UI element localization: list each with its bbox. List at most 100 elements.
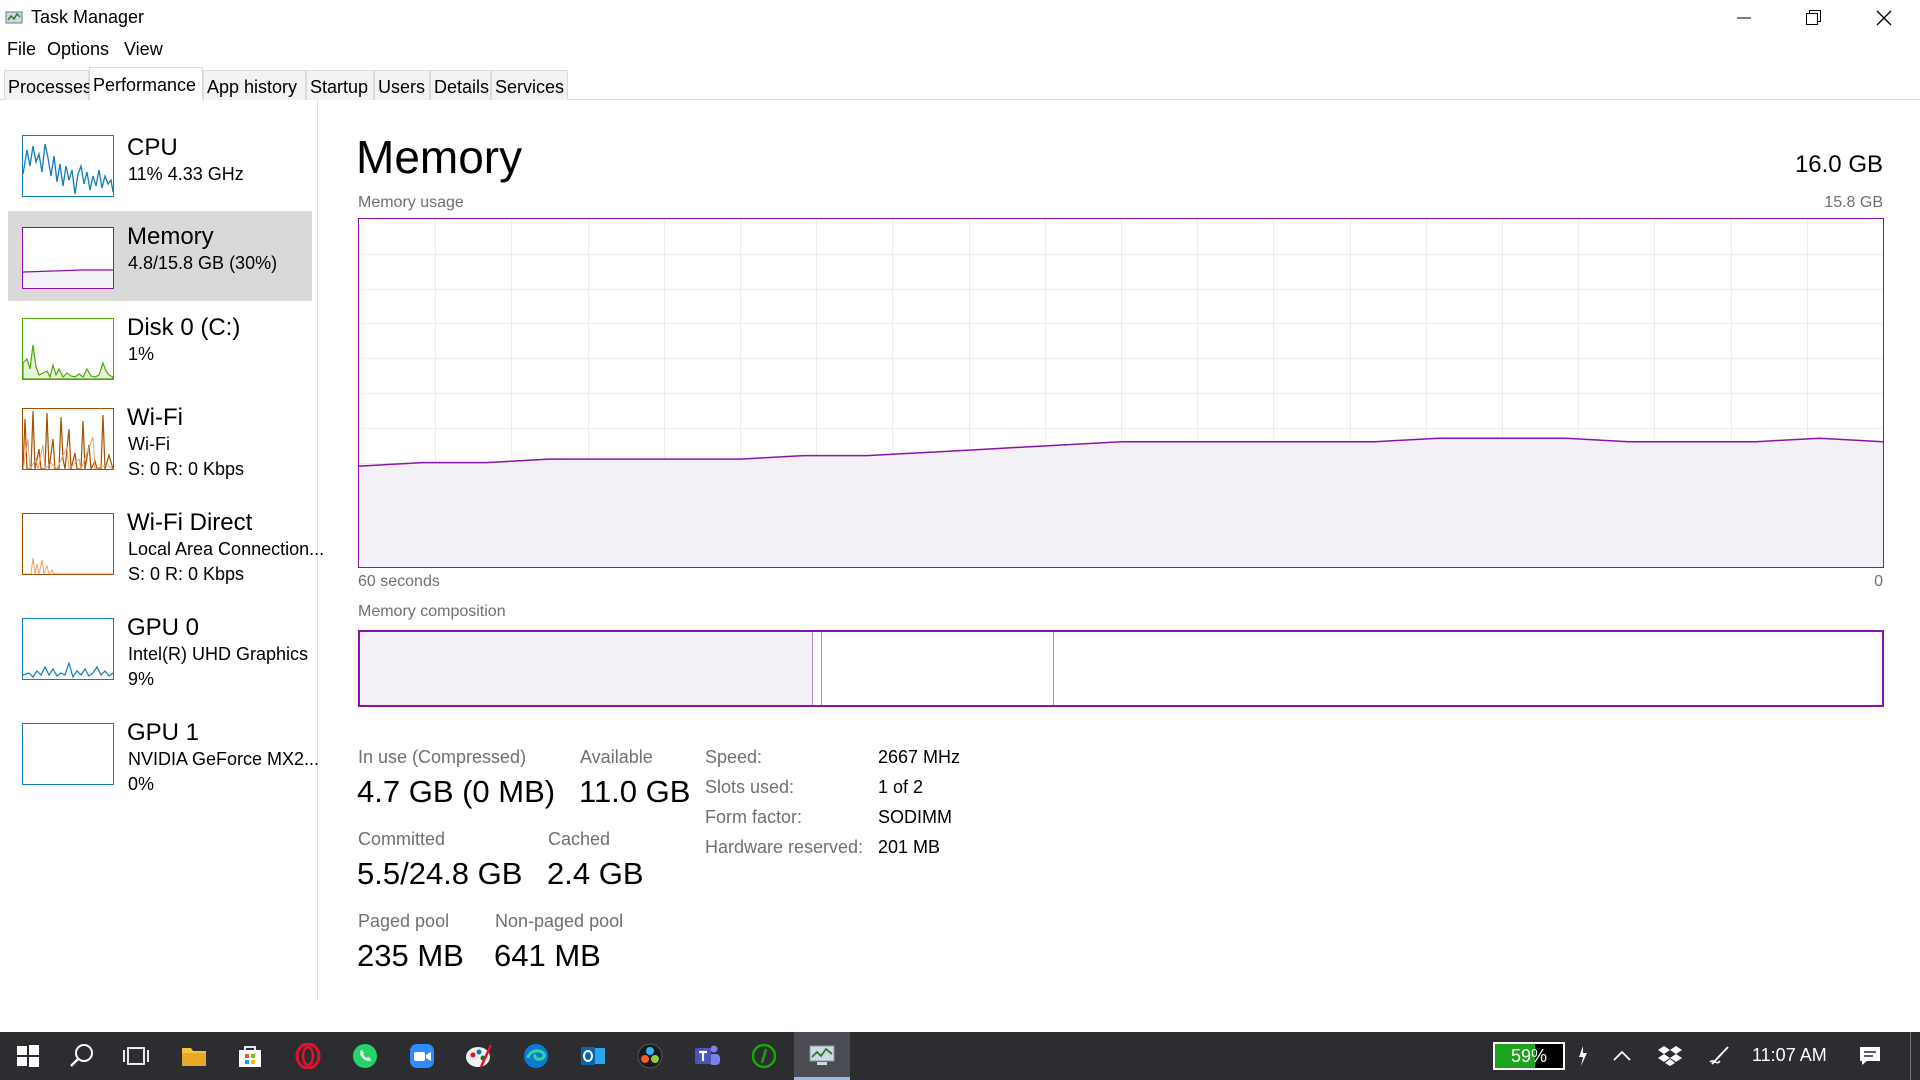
gpu-0-thumbnail-graph	[22, 618, 114, 680]
composition-free-segment[interactable]	[1053, 632, 1882, 705]
hardware-reserved-label: Hardware reserved:	[705, 837, 864, 857]
task-view-icon[interactable]	[108, 1032, 164, 1080]
sidebar-item-wifi-direct[interactable]: Wi-Fi Direct Local Area Connection... S:…	[8, 501, 324, 591]
window-title: Task Manager	[31, 7, 145, 27]
battery-indicator[interactable]: 59%	[1493, 1042, 1565, 1070]
memory-composition-label: Memory composition	[358, 603, 506, 620]
outlook-icon[interactable]	[565, 1032, 621, 1080]
cpu-thumbnail-graph	[22, 135, 114, 197]
hardware-reserved-value: 201 MB	[878, 837, 941, 857]
speed-label: Speed:	[705, 747, 763, 767]
zoom-icon[interactable]	[394, 1032, 450, 1080]
power-plug-icon[interactable]	[1568, 1032, 1598, 1080]
tab-users[interactable]: Users	[374, 70, 430, 100]
show-hidden-icons-chevron-icon[interactable]	[1602, 1032, 1642, 1080]
total-memory: 16.0 GB	[1794, 151, 1883, 178]
close-button[interactable]	[1849, 0, 1919, 36]
sidebar-item-usage: 0%	[128, 774, 155, 794]
page-title: Memory	[356, 131, 523, 183]
file-explorer-icon[interactable]	[166, 1032, 222, 1080]
edge-icon[interactable]	[508, 1032, 564, 1080]
sidebar-item-disk-0[interactable]: Disk 0 (C:) 1%	[8, 306, 312, 386]
task-manager-app-icon	[5, 11, 23, 24]
tab-details[interactable]: Details	[430, 70, 491, 100]
task-manager-taskbar-icon[interactable]	[794, 1032, 850, 1080]
show-desktop-divider[interactable]	[1910, 1032, 1911, 1080]
dropbox-icon[interactable]	[1650, 1032, 1690, 1080]
sidebar-item-cpu[interactable]: CPU 11% 4.33 GHz	[8, 126, 312, 206]
minimize-button[interactable]	[1709, 0, 1779, 36]
restore-icon	[1806, 10, 1821, 25]
in-use-value: 4.7 GB (0 MB)	[357, 774, 556, 809]
sidebar-item-title: CPU	[127, 134, 178, 161]
time-axis-end: 0	[1874, 573, 1883, 590]
wifi-thumbnail-graph	[22, 408, 114, 470]
sidebar-item-detail: Wi-Fi	[128, 434, 170, 454]
slots-used-label: Slots used:	[705, 777, 795, 797]
sidebar-item-speed: S: 0 R: 0 Kbps	[128, 459, 245, 479]
paged-pool-label: Paged pool	[358, 911, 450, 931]
sidebar-item-wifi[interactable]: Wi-Fi Wi-Fi S: 0 R: 0 Kbps	[8, 396, 312, 486]
paged-pool-value: 235 MB	[357, 938, 464, 973]
search-icon[interactable]	[54, 1032, 110, 1080]
pen-workspace-icon[interactable]	[1700, 1032, 1740, 1080]
battery-percent: 59%	[1510, 1046, 1548, 1066]
form-factor-value: SODIMM	[878, 807, 952, 827]
sidebar-item-title: Memory	[127, 223, 214, 250]
performance-sidebar: CPU 11% 4.33 GHz Memory 4.8/15.8 GB (30%…	[0, 100, 324, 1000]
taskbar-clock[interactable]: 11:07 AM	[1752, 1045, 1827, 1066]
action-center-notification-icon[interactable]	[1850, 1032, 1890, 1080]
menu-bar: File Options View	[0, 36, 1920, 64]
form-factor-label: Form factor:	[705, 807, 803, 827]
sidebar-item-detail: 11% 4.33 GHz	[128, 164, 244, 184]
memory-usage-plot	[359, 219, 1883, 567]
microsoft-store-icon[interactable]	[222, 1032, 278, 1080]
memory-composition-bar	[358, 630, 1884, 707]
taskbar: 59% 11:07 AM	[0, 1032, 1920, 1080]
menu-file[interactable]: File	[7, 39, 36, 60]
davinci-resolve-icon[interactable]	[622, 1032, 678, 1080]
sidebar-item-title: GPU 1	[127, 719, 200, 746]
sidebar-item-detail: 1%	[128, 344, 155, 364]
memory-usage-max: 15.8 GB	[1824, 194, 1883, 211]
menu-view[interactable]: View	[124, 39, 163, 60]
sidebar-item-detail: NVIDIA GeForce MX2...	[128, 749, 320, 769]
tab-processes[interactable]: Processes	[4, 70, 92, 100]
sidebar-item-gpu-0[interactable]: GPU 0 Intel(R) UHD Graphics 9%	[8, 606, 312, 696]
cached-label: Cached	[548, 829, 611, 849]
menu-options[interactable]: Options	[47, 39, 109, 60]
windows-start-icon[interactable]	[0, 1032, 56, 1080]
composition-modified-segment[interactable]	[812, 632, 823, 705]
close-icon	[1876, 10, 1892, 26]
restore-button[interactable]	[1779, 0, 1849, 36]
available-label: Available	[580, 747, 653, 767]
memory-thumbnail-graph	[22, 227, 114, 289]
speed-value: 2667 MHz	[878, 747, 961, 767]
opera-icon[interactable]	[280, 1032, 336, 1080]
tab-app-history[interactable]: App history	[203, 70, 306, 100]
memory-usage-label: Memory usage	[358, 194, 464, 211]
minimize-icon	[1737, 17, 1751, 19]
sidebar-item-detail: Intel(R) UHD Graphics	[128, 644, 309, 664]
sidebar-item-title: GPU 0	[127, 614, 200, 641]
time-axis-start: 60 seconds	[358, 573, 440, 590]
sidebar-item-memory[interactable]: Memory 4.8/15.8 GB (30%)	[8, 211, 312, 301]
sidebar-item-title: Wi-Fi	[127, 404, 183, 431]
upwork-icon[interactable]	[736, 1032, 792, 1080]
sidebar-item-detail: 4.8/15.8 GB (30%)	[128, 253, 278, 273]
tab-performance[interactable]: Performance	[89, 67, 203, 101]
sidebar-item-gpu-1[interactable]: GPU 1 NVIDIA GeForce MX2... 0%	[8, 711, 319, 801]
composition-standby-segment[interactable]	[822, 632, 1054, 705]
available-value: 11.0 GB	[579, 774, 691, 809]
memory-usage-area	[359, 438, 1883, 567]
whatsapp-icon[interactable]	[337, 1032, 393, 1080]
tab-startup[interactable]: Startup	[306, 70, 374, 100]
teams-icon[interactable]	[679, 1032, 735, 1080]
slots-used-value: 1 of 2	[878, 777, 924, 797]
tab-services[interactable]: Services	[491, 70, 568, 100]
tab-bar: Processes Performance App history Startu…	[0, 65, 1920, 101]
committed-value: 5.5/24.8 GB	[357, 856, 523, 891]
non-paged-pool-label: Non-paged pool	[495, 911, 624, 931]
composition-in-use-segment[interactable]	[360, 632, 813, 705]
paint-icon[interactable]	[451, 1032, 507, 1080]
